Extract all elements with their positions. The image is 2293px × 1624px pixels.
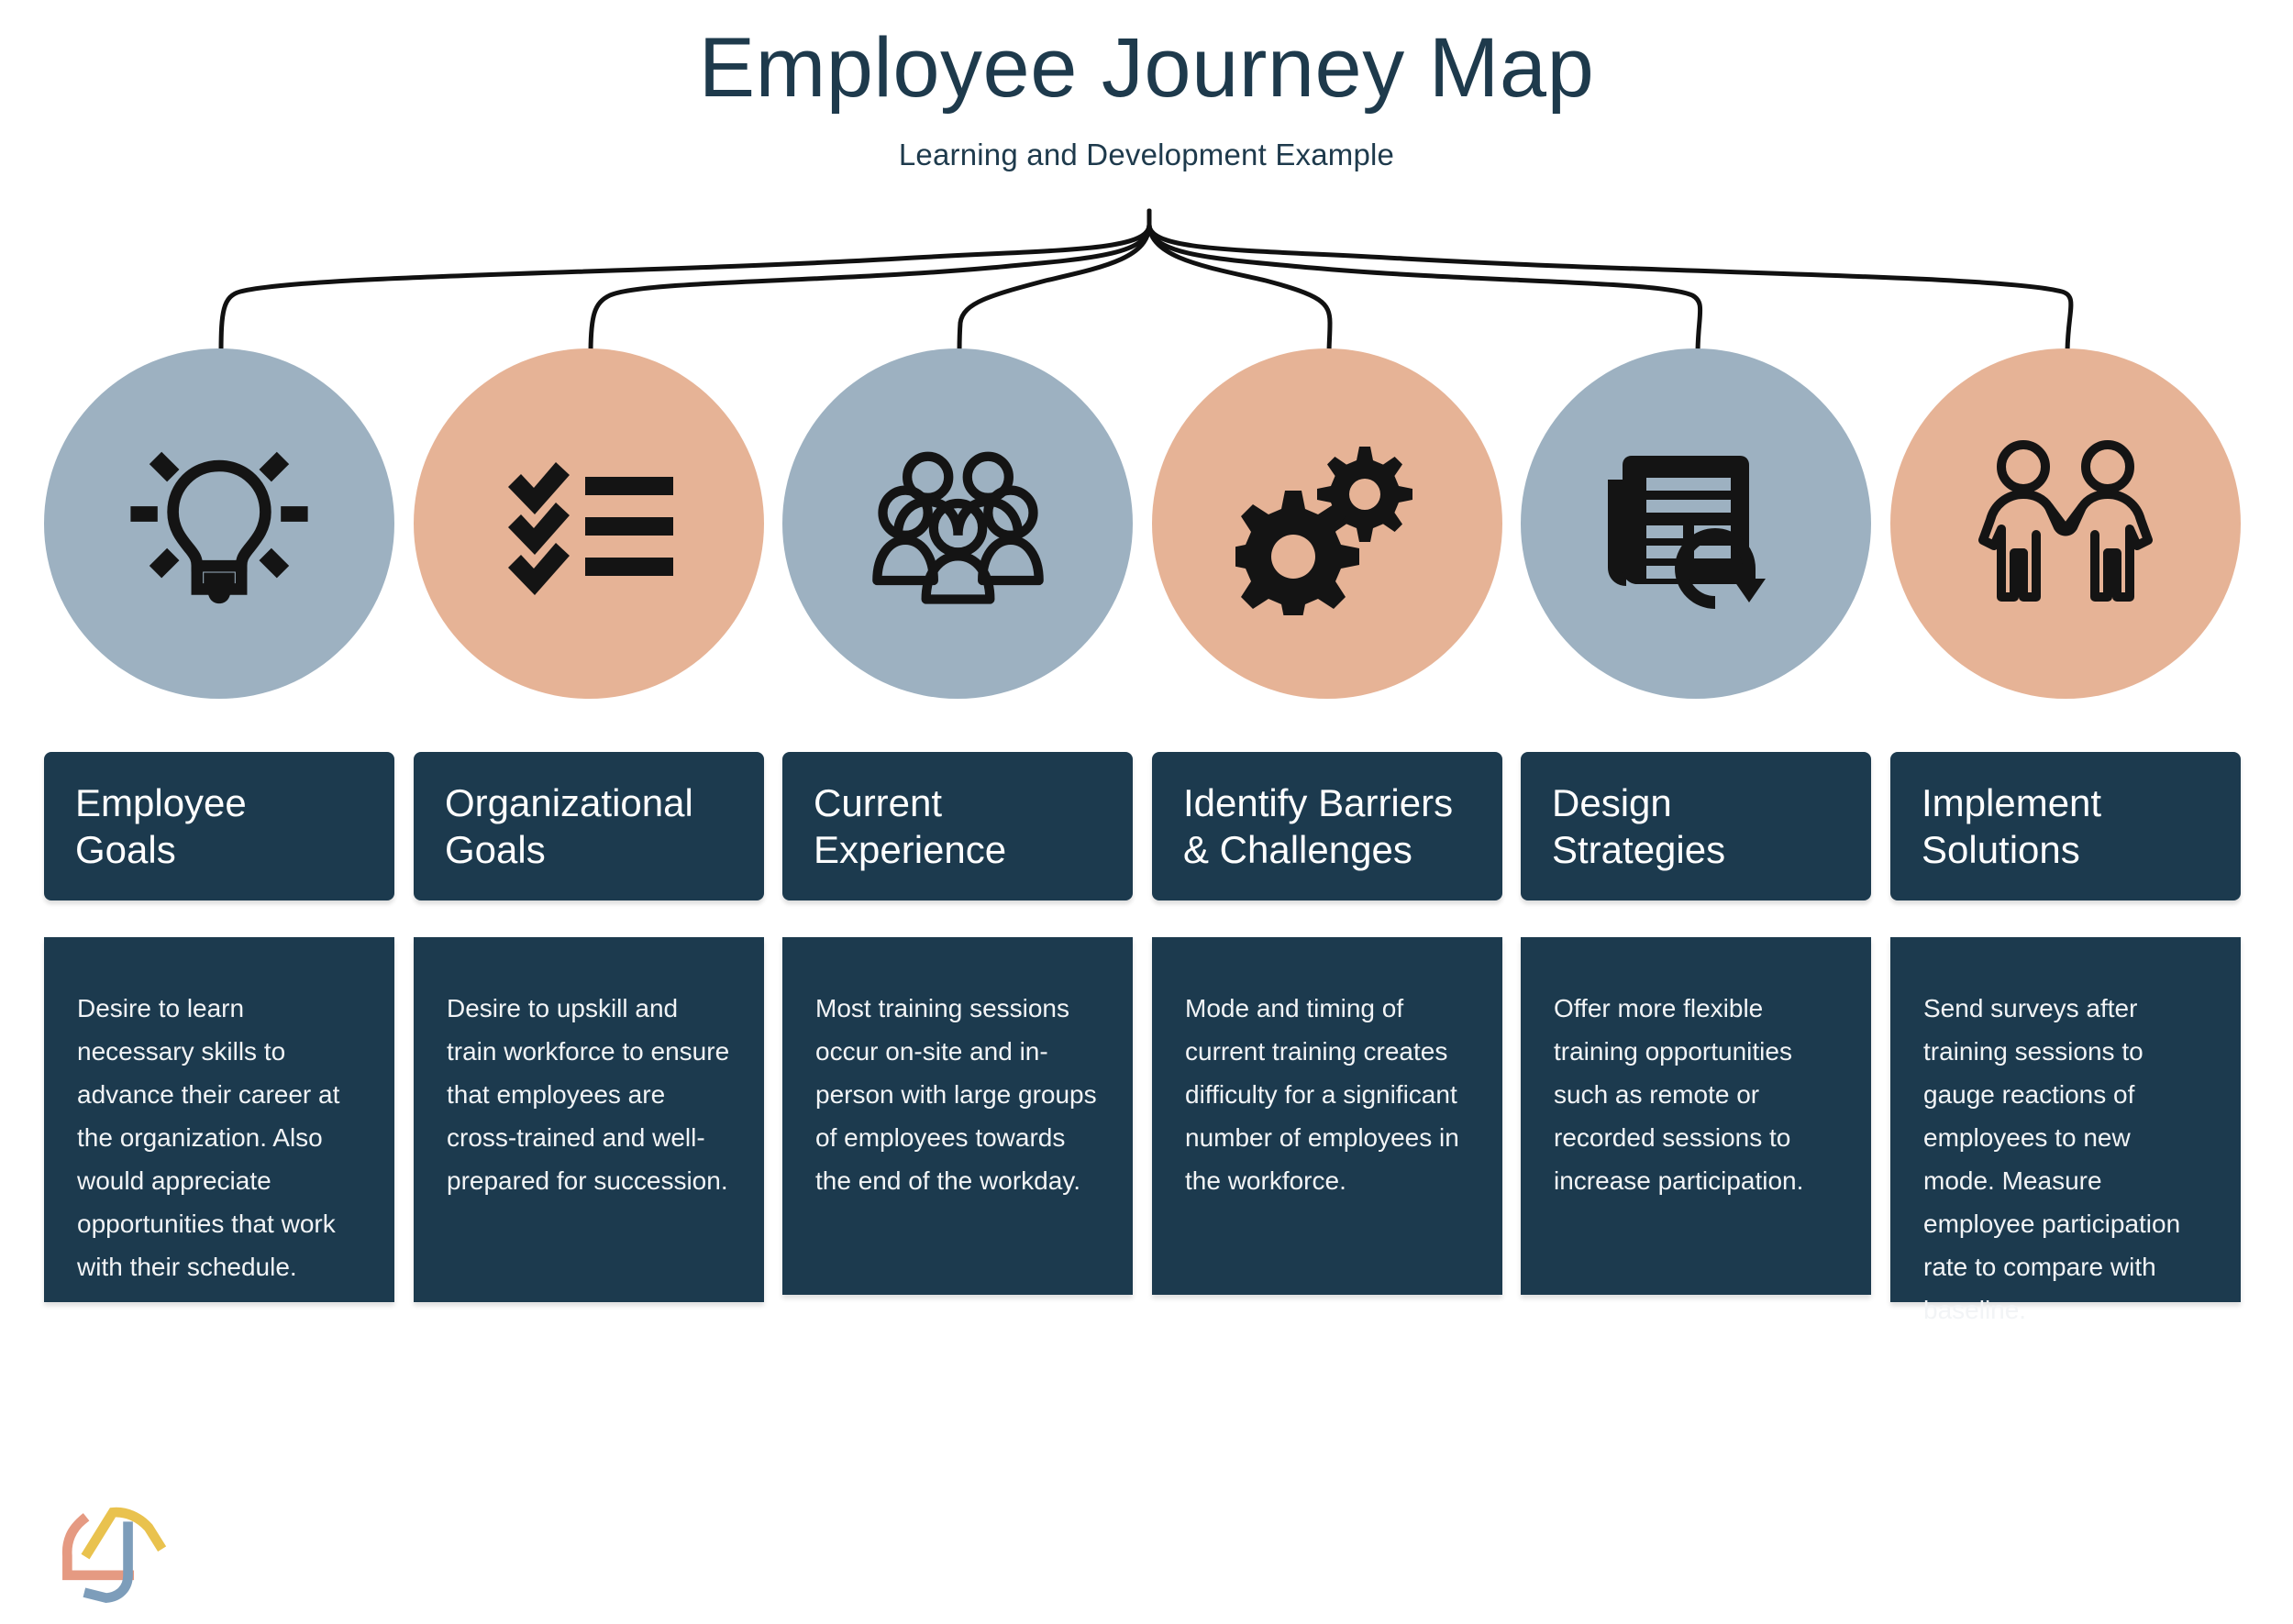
icon-circle-design-strategies <box>1521 348 1871 699</box>
stage-title-line-1: Employee <box>75 780 247 824</box>
brand-logo <box>61 1507 167 1604</box>
icon-circle-current-experience <box>782 348 1133 699</box>
stage-title-card-design-strategies[interactable]: Design Strategies <box>1521 752 1871 900</box>
stage-body-text: Desire to upskill and train workforce to… <box>447 994 730 1196</box>
stage-title-card-identify-barriers[interactable]: Identify Barriers & Challenges <box>1152 752 1502 900</box>
stage-title-line-1: Identify Barriers <box>1183 780 1454 824</box>
stage-body-card-identify-barriers: Mode and timing of current training crea… <box>1152 937 1502 1295</box>
stage-title-line-2: Strategies <box>1552 828 1726 871</box>
stage-title-line-2: Goals <box>445 828 546 871</box>
stage-title-line-2: Goals <box>75 828 176 871</box>
stage-title-line-2: Experience <box>814 828 1007 871</box>
stage-title-card-implement-solutions[interactable]: Implement Solutions <box>1890 752 2241 900</box>
stage-body-card-current-experience: Most training sessions occur on-site and… <box>782 937 1133 1295</box>
stage-body-text: Desire to learn necessary skills to adva… <box>77 994 340 1282</box>
handshake-icon <box>1978 440 2153 602</box>
gears-icon <box>1235 447 1412 615</box>
stage-body-card-implement-solutions: Send surveys after training sessions to … <box>1890 937 2241 1324</box>
stage-body-text: Most training sessions occur on-site and… <box>815 994 1097 1196</box>
stage-title-card-employee-goals[interactable]: Employee Goals <box>44 752 394 900</box>
stage-title-line-1: Organizational <box>445 780 693 824</box>
stage-body-text: Mode and timing of current training crea… <box>1185 994 1459 1196</box>
stage-title-line-2: Solutions <box>1922 828 2080 871</box>
icon-circle-identify-barriers <box>1152 348 1502 699</box>
page-title: Employee Journey Map <box>698 21 1595 115</box>
stage-body-card-employee-goals: Desire to learn necessary skills to adva… <box>44 937 394 1302</box>
stage-title-line-1: Current <box>814 780 943 824</box>
group-of-people-icon <box>871 451 1044 604</box>
stage-title-line-1: Design <box>1552 780 1672 824</box>
checklist-icon <box>508 462 673 595</box>
stage-title-card-organizational-goals[interactable]: Organizational Goals <box>414 752 764 900</box>
stage-title-card-current-experience[interactable]: Current Experience <box>782 752 1133 900</box>
stage-body-card-design-strategies: Offer more flexible training opportuniti… <box>1521 937 1871 1295</box>
stage-body-card-organizational-goals: Desire to upskill and train workforce to… <box>414 937 764 1302</box>
stage-title-line-2: & Challenges <box>1183 828 1412 871</box>
icon-circle-organizational-goals <box>414 348 764 699</box>
page-subtitle: Learning and Development Example <box>898 137 1395 171</box>
stage-body-text: Send surveys after training sessions to … <box>1923 994 2181 1325</box>
header: Employee Journey Map Learning and Develo… <box>0 0 2293 172</box>
lightbulb-icon <box>130 451 308 604</box>
icon-circle-implement-solutions <box>1890 348 2241 699</box>
icon-circle-employee-goals <box>44 348 394 699</box>
stage-body-text: Offer more flexible training opportuniti… <box>1554 994 1804 1196</box>
document-refresh-icon <box>1608 456 1766 609</box>
stage-title-line-1: Implement <box>1922 780 2102 824</box>
